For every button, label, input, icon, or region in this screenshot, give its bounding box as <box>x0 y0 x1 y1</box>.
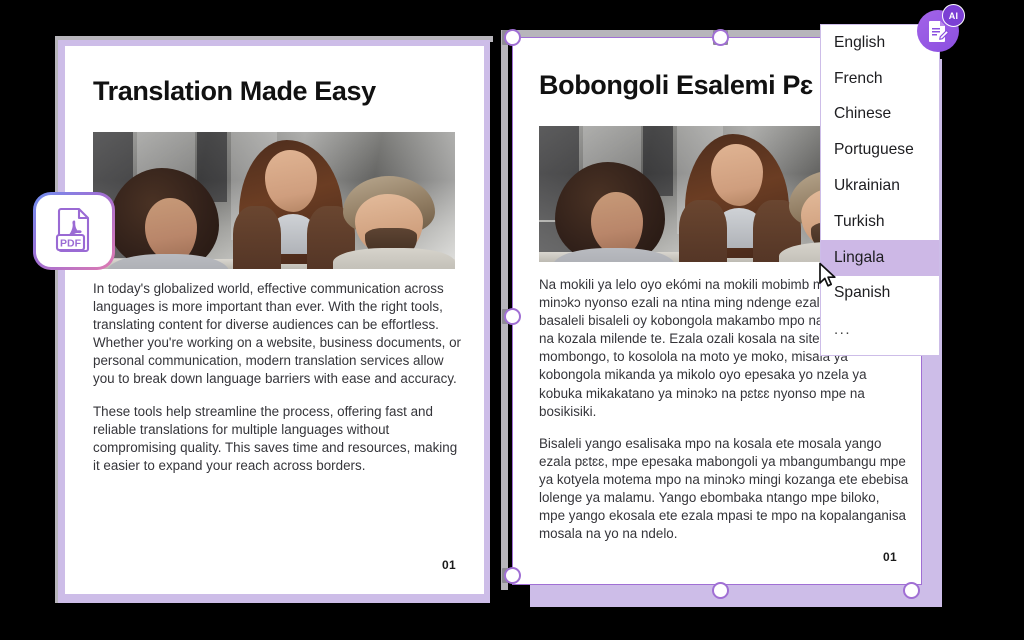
language-option-label: ... <box>834 320 852 338</box>
canvas: Translation Made Easy In today's globali… <box>0 0 1024 640</box>
source-document-page: Translation Made Easy In today's globali… <box>65 46 484 594</box>
language-option-label: Spanish <box>834 284 891 302</box>
source-document-photo <box>93 132 455 269</box>
language-option-label: English <box>834 33 886 51</box>
language-option-chinese[interactable]: Chinese <box>821 97 939 133</box>
language-option-label: Chinese <box>834 105 892 123</box>
ai-translate-badge[interactable]: AI <box>917 4 965 52</box>
resize-handle-bottom-center[interactable] <box>712 582 729 599</box>
pdf-file-badge[interactable]: PDF <box>33 192 115 270</box>
language-option-turkish[interactable]: Turkish <box>821 204 939 240</box>
source-paragraph-1: In today's globalized world, effective c… <box>93 281 462 387</box>
resize-handle-bottom-right[interactable] <box>903 582 920 599</box>
language-option-label: French <box>834 69 883 87</box>
language-option-label: Portuguese <box>834 141 914 159</box>
resize-handle-middle-left[interactable] <box>504 308 521 325</box>
language-option-label: Ukrainian <box>834 177 900 195</box>
resize-handle-top-center[interactable] <box>712 29 729 46</box>
resize-handle-bottom-left[interactable] <box>504 567 521 584</box>
translated-page-number: 01 <box>883 550 897 564</box>
source-page-number: 01 <box>442 558 456 572</box>
language-option-ukrainian[interactable]: Ukrainian <box>821 168 939 204</box>
mouse-pointer-arrow <box>818 262 840 295</box>
source-document-card[interactable]: Translation Made Easy In today's globali… <box>55 36 493 603</box>
language-option-label: Lingala <box>834 248 885 266</box>
ai-chip-badge: AI <box>942 4 965 27</box>
ai-chip-label: AI <box>948 10 959 21</box>
language-option-french[interactable]: French <box>821 61 939 97</box>
language-option-more[interactable]: ... <box>821 311 939 347</box>
svg-text:PDF: PDF <box>60 238 82 250</box>
pdf-file-icon: PDF <box>36 195 112 267</box>
language-option-label: Turkish <box>834 212 885 230</box>
resize-handle-top-left[interactable] <box>504 29 521 46</box>
source-document-body: In today's globalized world, effective c… <box>93 280 464 475</box>
source-document-title: Translation Made Easy <box>93 76 376 106</box>
translated-document-title: Bobongoli Esalemi Pɛ <box>539 70 813 100</box>
source-paragraph-2: These tools help streamline the process,… <box>93 403 458 473</box>
translated-paragraph-2: Bisaleli yango esalisaka mpo na kosala e… <box>539 435 909 542</box>
language-option-portuguese[interactable]: Portuguese <box>821 132 939 168</box>
language-dropdown[interactable]: English French Chinese Portuguese Ukrain… <box>820 24 940 356</box>
